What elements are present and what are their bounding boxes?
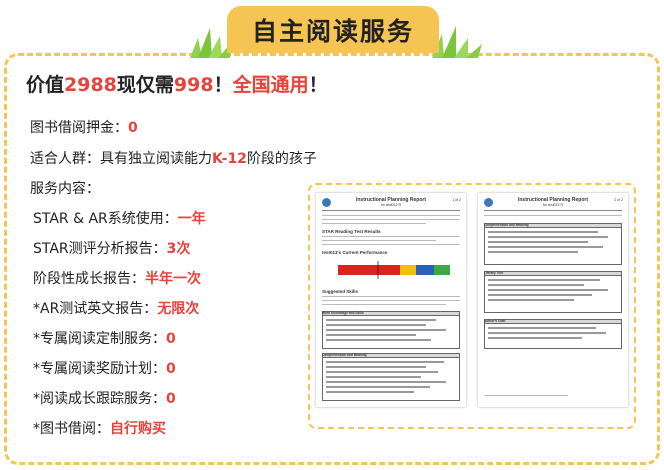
report-subtitle: for test013 R (542, 203, 564, 207)
detail-reward-plan: *专属阅读奖励计划：0 (33, 358, 176, 378)
headline-middle: 现仅需 (116, 74, 174, 96)
comprehension-box-title: Comprehension and Meaning (484, 223, 529, 227)
header-tab: 自主阅读服务 (227, 6, 439, 53)
detail-value: 无限次 (157, 301, 200, 317)
detail-ar-report: *AR测试英文报告：无限次 (33, 298, 199, 318)
authors-craft-box-title: Author's Craft (484, 319, 506, 323)
detail-label: 图书借阅押金： (30, 120, 128, 136)
original-price: 2988 (64, 74, 117, 96)
detail-custom-service: *专属阅读定制服务：0 (33, 328, 176, 348)
current-price: 998 (173, 74, 214, 96)
detail-audience: 适合人群：具有独立阅读能力K-12阶段的孩子 (30, 148, 317, 168)
comprehension-box-title: Comprehension and Meaning (322, 353, 367, 357)
detail-value: 半年一次 (145, 271, 201, 287)
detail-label: *阅读成长跟踪服务： (33, 391, 166, 407)
detail-tracking: *阅读成长跟踪服务：0 (33, 388, 176, 408)
detail-book-lending: *图书借阅：自行购买 (33, 418, 166, 438)
literary-text-box (484, 271, 622, 313)
detail-service-heading: 服务内容： (30, 178, 100, 198)
report-page-number: 1 of 2 (452, 198, 461, 202)
detail-label: STAR & AR系统使用： (33, 211, 178, 227)
detail-label: *专属阅读定制服务： (33, 331, 166, 347)
report-page-number: 2 of 2 (614, 198, 623, 202)
detail-star-ar: STAR & AR系统使用：一年 (33, 208, 206, 228)
performance-heading: test013's Current Performance (322, 250, 388, 255)
report-page-2: Instructional Planning Report for test01… (478, 193, 628, 407)
headline-sep: ！ (213, 74, 233, 96)
literary-text-box-title: Literary Text (484, 271, 503, 275)
detail-value: 自行购买 (110, 421, 166, 437)
bar-segment-green (434, 265, 450, 275)
report-page-1: Instructional Planning Report for test01… (316, 193, 466, 407)
detail-value: 0 (128, 120, 138, 136)
suggested-skills-heading: Suggested Skills (322, 289, 359, 294)
detail-growth-report: 阶段性成长报告：半年一次 (33, 268, 201, 288)
star-results-heading: STAR Reading Test Results (322, 229, 381, 234)
nationwide-label: 全国通用 (232, 74, 309, 96)
detail-value: K-12 (212, 151, 247, 167)
detail-label: STAR测评分析报告： (33, 241, 167, 257)
comprehension-box (484, 223, 622, 265)
detail-value: 一年 (177, 211, 206, 227)
price-headline: 价值2988现仅需998！全国通用！ (26, 70, 328, 97)
detail-label: 服务内容： (30, 181, 100, 197)
report-subtitle: for test013 R (380, 203, 402, 207)
vocab-box-title: Word Knowledge and Skills (322, 311, 364, 315)
performance-bar-svg (338, 261, 450, 279)
detail-label: *专属阅读奖励计划： (33, 361, 166, 377)
report-preview-frame: Instructional Planning Report for test01… (308, 183, 636, 429)
performance-chart (338, 259, 450, 279)
detail-star-report: STAR测评分析报告：3次 (33, 238, 190, 258)
detail-suffix: 阶段的孩子 (246, 151, 317, 167)
detail-label: *AR测试英文报告： (33, 301, 158, 317)
detail-deposit: 图书借阅押金：0 (30, 117, 138, 137)
headline-prefix: 价值 (26, 74, 65, 96)
detail-label: 适合人群：具有独立阅读能力 (30, 151, 212, 167)
authors-craft-box (484, 319, 622, 349)
detail-label: *图书借阅： (33, 421, 110, 437)
detail-value: 0 (166, 361, 176, 377)
detail-value: 0 (166, 391, 176, 407)
headline-end: ！ (308, 74, 328, 96)
detail-value: 0 (166, 331, 176, 347)
bar-segment-blue (416, 265, 434, 275)
bar-segment-yellow (400, 265, 416, 275)
detail-value: 3次 (166, 241, 191, 257)
detail-label: 阶段性成长报告： (33, 271, 145, 287)
header-title: 自主阅读服务 (251, 16, 414, 46)
bar-segment-red (338, 265, 400, 275)
